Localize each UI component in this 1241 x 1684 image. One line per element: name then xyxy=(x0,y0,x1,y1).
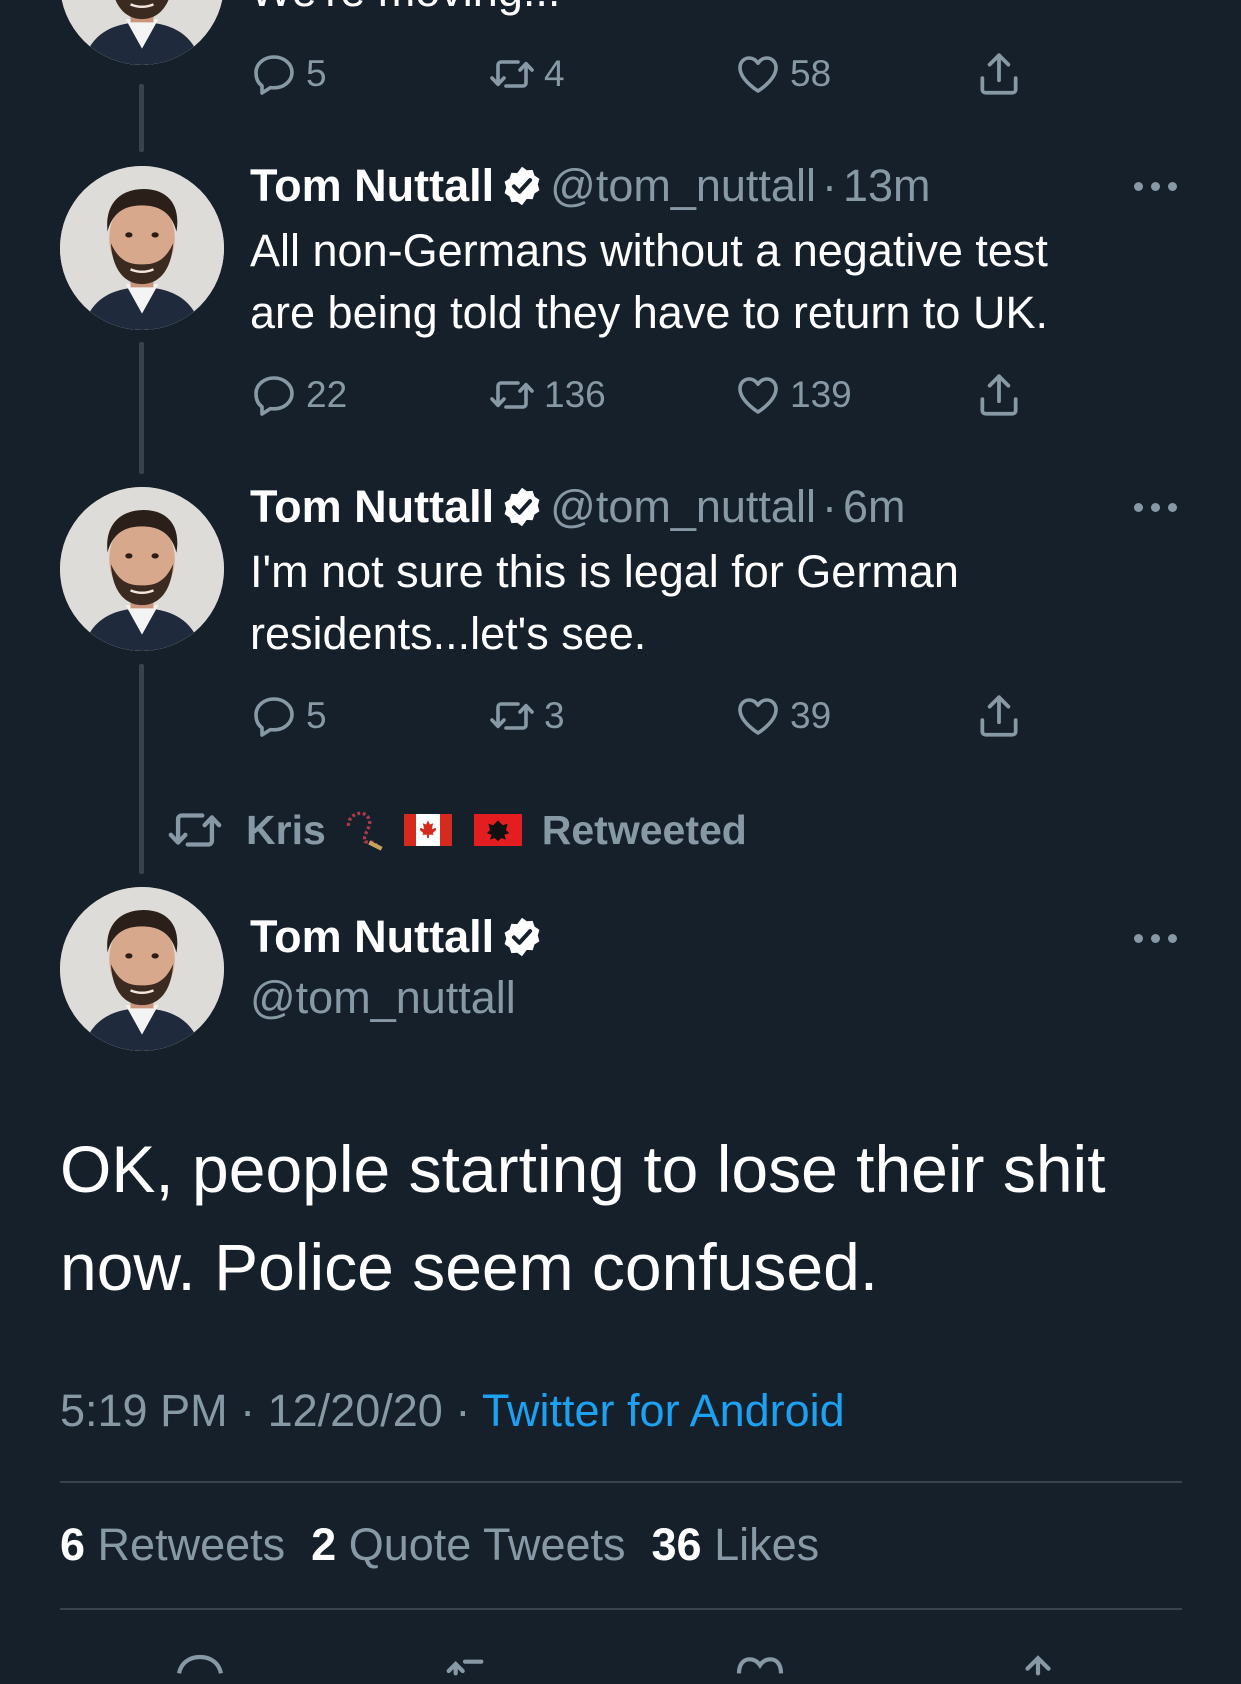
retweets-count: 6 xyxy=(60,1519,86,1570)
retweeted-label: Retweeted xyxy=(541,806,747,853)
albania-flag xyxy=(473,814,522,846)
main-tweet-author: Tom Nuttall xyxy=(250,909,550,965)
retweet-icon xyxy=(488,371,536,419)
separator: · xyxy=(821,160,837,211)
tweet-text-partial: We're moving... xyxy=(250,0,1150,22)
engagement-stats: 6 Retweets 2 Quote Tweets 36 Likes xyxy=(60,1515,819,1575)
likes-label: Likes xyxy=(714,1519,820,1570)
thread-connector xyxy=(139,664,144,874)
reply-count: 5 xyxy=(306,695,327,736)
reply-count: 22 xyxy=(306,374,348,415)
share-icon xyxy=(974,49,1024,99)
retweet-count: 3 xyxy=(544,695,565,736)
reply-icon xyxy=(250,692,298,740)
retweet-button[interactable]: 4 xyxy=(488,49,565,99)
retweet-count: 136 xyxy=(544,374,606,415)
author-name[interactable]: Tom Nuttall xyxy=(250,481,494,532)
timestamp[interactable]: 13m xyxy=(843,160,931,211)
avatar[interactable] xyxy=(60,487,224,651)
reply-count: 5 xyxy=(306,53,327,94)
retweet-icon xyxy=(488,50,536,98)
avatar[interactable] xyxy=(60,0,224,65)
like-button[interactable]: 39 xyxy=(734,691,831,741)
retweet-banner: Kris Retweeted xyxy=(166,800,747,860)
like-button[interactable]: 58 xyxy=(734,49,831,99)
reply-icon xyxy=(250,50,298,98)
main-tweet-line: OK, people starting to lose their shit xyxy=(60,1132,1106,1206)
tweet-date: 12/20/20 xyxy=(267,1385,443,1436)
like-icon xyxy=(734,50,782,98)
tweet-line: All non-Germans without a negative test xyxy=(250,225,1048,276)
likes-count: 36 xyxy=(651,1519,702,1570)
like-icon xyxy=(734,692,782,740)
reply-button[interactable]: 5 xyxy=(250,691,327,741)
more-icon[interactable] xyxy=(1134,932,1178,944)
share-icon xyxy=(974,370,1024,420)
share-button[interactable] xyxy=(974,370,1032,420)
share-icon[interactable] xyxy=(1010,1644,1066,1684)
like-button[interactable]: 139 xyxy=(734,370,852,420)
tweet-line: are being told they have to return to UK… xyxy=(250,287,1048,338)
retweets-stat[interactable]: 6 Retweets xyxy=(60,1519,285,1570)
divider xyxy=(60,1608,1182,1610)
reply-button[interactable]: 5 xyxy=(250,49,327,99)
likes-stat[interactable]: 36 Likes xyxy=(652,1519,820,1570)
quotes-count: 2 xyxy=(311,1519,337,1570)
retweets-label: Retweets xyxy=(97,1519,286,1570)
quotes-label: Quote Tweets xyxy=(348,1519,626,1570)
tweet-line: residents...let's see. xyxy=(250,608,647,659)
avatar[interactable] xyxy=(60,887,224,1051)
verified-badge-icon xyxy=(500,164,544,208)
author-handle[interactable]: @tom_nuttall xyxy=(550,481,816,532)
share-button[interactable] xyxy=(974,49,1032,99)
main-tweet-handle: @tom_nuttall xyxy=(250,970,516,1026)
reply-icon[interactable] xyxy=(172,1644,228,1684)
share-button[interactable] xyxy=(974,691,1032,741)
reply-button[interactable]: 22 xyxy=(250,370,347,420)
tweet-meta: 5:19 PM · 12/20/20 · Twitter for Android xyxy=(60,1381,845,1441)
main-tweet-line: now. Police seem confused. xyxy=(60,1230,879,1304)
reply-icon xyxy=(250,371,298,419)
retweet-icon xyxy=(488,692,536,740)
retweet-icon xyxy=(166,801,224,859)
tweet-line: I'm not sure this is legal for German xyxy=(250,546,959,597)
separator: · xyxy=(821,481,837,532)
like-count: 139 xyxy=(790,374,852,415)
avatar[interactable] xyxy=(60,166,224,330)
author-handle[interactable]: @tom_nuttall xyxy=(550,160,816,211)
like-icon[interactable] xyxy=(732,1644,788,1684)
tweet-text: I'm not sure this is legal for German re… xyxy=(250,541,1150,665)
timestamp[interactable]: 6m xyxy=(843,481,906,532)
separator: · xyxy=(455,1385,471,1436)
divider xyxy=(60,1481,1182,1483)
retweet-button[interactable]: 136 xyxy=(488,370,606,420)
more-icon[interactable] xyxy=(1134,180,1178,192)
thread-connector xyxy=(139,84,144,152)
share-icon xyxy=(974,691,1024,741)
tweet-time: 5:19 PM xyxy=(60,1385,228,1436)
tweet-header: Tom Nuttall @tom_nuttall · 6m xyxy=(250,479,905,535)
author-handle[interactable]: @tom_nuttall xyxy=(250,972,516,1023)
canada-flag xyxy=(403,814,452,846)
separator: · xyxy=(240,1385,256,1436)
retweet-button[interactable]: 3 xyxy=(488,691,565,741)
rosary-emoji xyxy=(346,811,383,851)
retweet-icon[interactable] xyxy=(444,1644,500,1684)
tweet-source-link[interactable]: Twitter for Android xyxy=(482,1385,845,1436)
main-tweet-text: OK, people starting to lose their shit n… xyxy=(60,1120,1190,1316)
like-icon xyxy=(734,371,782,419)
tweet-text: All non-Germans without a negative test … xyxy=(250,220,1150,344)
verified-badge-icon xyxy=(500,915,544,959)
retweeter-name[interactable]: Kris xyxy=(246,807,326,854)
author-name[interactable]: Tom Nuttall xyxy=(250,160,494,211)
tweet-header: Tom Nuttall @tom_nuttall · 13m xyxy=(250,158,931,214)
quote-tweets-stat[interactable]: 2 Quote Tweets xyxy=(311,1519,625,1570)
like-count: 39 xyxy=(790,695,832,736)
retweet-count: 4 xyxy=(544,53,565,94)
like-count: 58 xyxy=(790,53,832,94)
thread-connector xyxy=(139,342,144,474)
verified-badge-icon xyxy=(500,485,544,529)
author-name[interactable]: Tom Nuttall xyxy=(250,911,494,962)
more-icon[interactable] xyxy=(1134,501,1178,513)
